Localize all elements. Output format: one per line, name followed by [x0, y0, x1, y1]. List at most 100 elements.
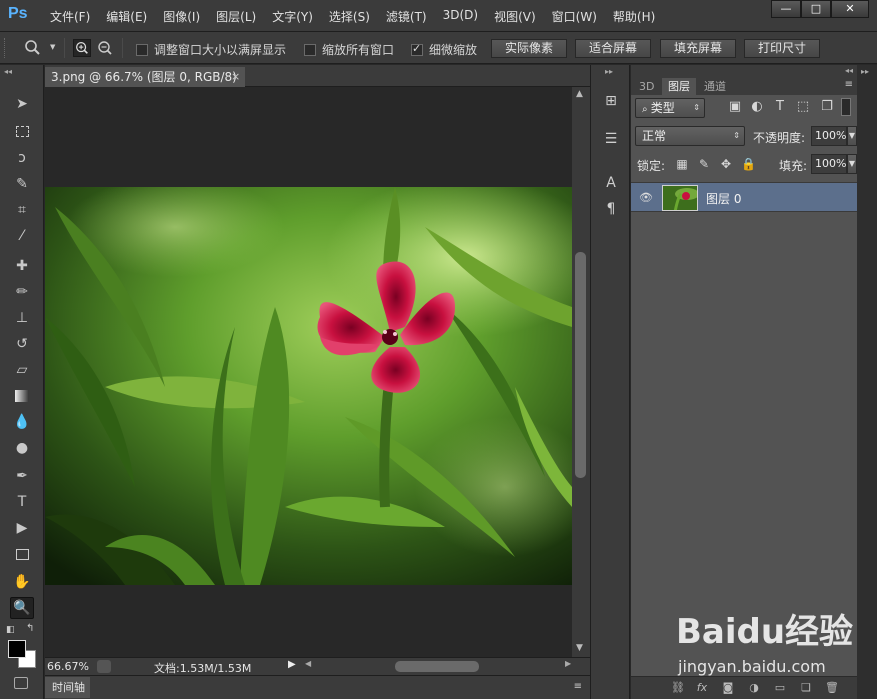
status-info-icon[interactable] — [97, 660, 111, 673]
menu-view[interactable]: 视图(V) — [486, 8, 544, 25]
print-size-button[interactable]: 打印尺寸 — [744, 39, 820, 58]
opacity-dropdown-icon[interactable]: ▼ — [847, 126, 857, 146]
horizontal-scroll-thumb[interactable] — [395, 661, 479, 672]
tab-layers[interactable]: 图层 — [662, 78, 696, 95]
menu-filter[interactable]: 滤镜(T) — [378, 8, 435, 25]
zoom-tool-preset-icon[interactable] — [24, 39, 42, 57]
fill-screen-button[interactable]: 填充屏幕 — [660, 39, 736, 58]
healing-brush-tool-icon[interactable]: ✚ — [10, 255, 34, 277]
vertical-scroll-thumb[interactable] — [575, 252, 586, 478]
tab-3d[interactable]: 3D — [633, 78, 660, 95]
quick-select-tool-icon[interactable]: ✎ — [10, 173, 34, 195]
filter-type-icon[interactable]: T — [772, 99, 788, 115]
menu-file[interactable]: 文件(F) — [50, 8, 98, 25]
zoom-level[interactable]: 66.67% — [47, 660, 89, 673]
filter-adjustment-icon[interactable]: ◐ — [749, 99, 765, 115]
marquee-tool-icon[interactable] — [10, 120, 34, 142]
checkbox-box[interactable] — [136, 43, 148, 56]
rectangle-tool-icon[interactable] — [10, 543, 34, 565]
blur-tool-icon[interactable]: 💧 — [10, 411, 34, 433]
fit-screen-button[interactable]: 适合屏幕 — [575, 39, 651, 58]
quick-mask-icon[interactable] — [14, 677, 28, 689]
zoom-all-windows-checkbox[interactable]: 缩放所有窗口 — [304, 41, 394, 58]
menu-image[interactable]: 图像(I) — [155, 8, 208, 25]
preset-dropdown-icon[interactable]: ▼ — [50, 43, 55, 51]
scrubby-zoom-checkbox[interactable]: 细微缩放 — [411, 41, 477, 58]
move-tool-icon[interactable]: ➤ — [10, 93, 34, 115]
layer-name[interactable]: 图层 0 — [706, 190, 741, 207]
tab-channels[interactable]: 通道 — [698, 78, 732, 95]
paragraph-panel-icon[interactable]: ¶ — [601, 199, 621, 219]
zoom-out-icon[interactable] — [96, 39, 114, 57]
lock-image-icon[interactable]: ✎ — [697, 157, 711, 171]
layer-thumbnail[interactable] — [662, 185, 698, 211]
scroll-left-icon[interactable]: ◀ — [305, 659, 311, 668]
panel-menu-icon[interactable]: ≡ — [845, 79, 853, 90]
crop-tool-icon[interactable]: ⌗ — [10, 199, 34, 221]
brush-tool-icon[interactable]: ✏ — [10, 281, 34, 303]
default-colors-icon[interactable]: ◧ — [6, 625, 15, 635]
actual-pixels-button[interactable]: 实际像素 — [491, 39, 567, 58]
status-menu-arrow-icon[interactable]: ▶ — [288, 659, 300, 673]
pen-tool-icon[interactable]: ✒ — [10, 465, 34, 487]
clone-stamp-tool-icon[interactable]: ⊥ — [10, 307, 34, 329]
lock-transparent-icon[interactable]: ▦ — [675, 157, 689, 171]
eraser-tool-icon[interactable]: ▱ — [10, 359, 34, 381]
opacity-input[interactable]: 100% — [811, 126, 847, 146]
checkbox-box[interactable] — [304, 43, 316, 56]
vertical-scrollbar[interactable]: ▲ ▼ — [572, 87, 590, 657]
dodge-tool-icon[interactable]: ● — [10, 437, 34, 459]
eye-icon[interactable]: 👁 — [639, 191, 653, 204]
zoom-tool-icon[interactable]: 🔍 — [10, 597, 34, 619]
type-tool-icon[interactable]: T — [10, 491, 34, 513]
document-canvas[interactable] — [45, 87, 572, 657]
eyedropper-tool-icon[interactable]: ⁄ — [10, 225, 34, 247]
swap-colors-icon[interactable]: ↰ — [26, 623, 34, 634]
filter-shape-icon[interactable]: ⬚ — [795, 99, 811, 115]
path-selection-tool-icon[interactable]: ▶ — [10, 517, 34, 539]
link-layers-icon[interactable]: ⛓ — [671, 681, 685, 695]
fill-dropdown-icon[interactable]: ▼ — [847, 154, 857, 174]
collapse-panel-icon[interactable]: ◂◂ — [845, 66, 853, 75]
checkbox-box-checked[interactable] — [411, 42, 423, 56]
hand-tool-icon[interactable]: ✋ — [10, 571, 34, 593]
foreground-color-swatch[interactable] — [8, 640, 26, 658]
layer-row[interactable]: 👁 图层 0 — [631, 182, 857, 212]
trash-icon[interactable]: 🗑 — [825, 681, 839, 695]
menu-3d[interactable]: 3D(D) — [435, 8, 486, 25]
history-brush-tool-icon[interactable]: ↺ — [10, 333, 34, 355]
gradient-tool-icon[interactable] — [10, 385, 34, 407]
filter-smart-object-icon[interactable]: ❐ — [819, 99, 835, 115]
fill-input[interactable]: 100% — [811, 154, 847, 174]
close-window-button[interactable]: ✕ — [831, 0, 869, 18]
lock-position-icon[interactable]: ✥ — [719, 157, 733, 171]
menu-type[interactable]: 文字(Y) — [264, 8, 321, 25]
add-mask-icon[interactable]: ◙ — [721, 681, 735, 695]
minimize-button[interactable]: — — [771, 0, 801, 18]
layers-list-empty-area[interactable] — [631, 213, 857, 676]
filter-toggle-switch[interactable] — [841, 98, 851, 116]
close-document-icon[interactable]: × — [231, 67, 240, 87]
restore-button[interactable]: □ — [801, 0, 831, 18]
layer-filter-select[interactable]: ⌕ 类型 ⇕ — [635, 98, 705, 118]
character-panel-icon[interactable]: A — [601, 173, 621, 193]
navigator-panel-icon[interactable]: ⊞ — [601, 91, 621, 111]
zoom-in-icon[interactable] — [73, 39, 91, 57]
menu-help[interactable]: 帮助(H) — [605, 8, 663, 25]
filter-pixel-icon[interactable]: ▣ — [727, 99, 743, 115]
collapse-toolbar-icon[interactable]: ◂◂ — [4, 67, 12, 76]
menu-window[interactable]: 窗口(W) — [544, 8, 605, 25]
expand-panels-icon[interactable]: ▸▸ — [605, 67, 613, 76]
timeline-tab[interactable]: 时间轴 — [45, 677, 90, 698]
properties-panel-icon[interactable]: ☰ — [601, 129, 621, 149]
menu-edit[interactable]: 编辑(E) — [98, 8, 155, 25]
adjustment-layer-icon[interactable]: ◑ — [747, 681, 761, 695]
resize-windows-checkbox[interactable]: 调整窗口大小以满屏显示 — [136, 41, 286, 58]
scroll-down-icon[interactable]: ▼ — [576, 643, 583, 653]
scroll-up-icon[interactable]: ▲ — [576, 89, 583, 99]
expand-dock-icon[interactable]: ▸▸ — [861, 67, 869, 76]
menu-layer[interactable]: 图层(L) — [208, 8, 264, 25]
new-group-icon[interactable]: ▭ — [773, 681, 787, 695]
document-tab[interactable]: 3.png @ 66.7% (图层 0, RGB/8) — [45, 67, 245, 87]
options-bar-grip[interactable] — [4, 38, 8, 58]
